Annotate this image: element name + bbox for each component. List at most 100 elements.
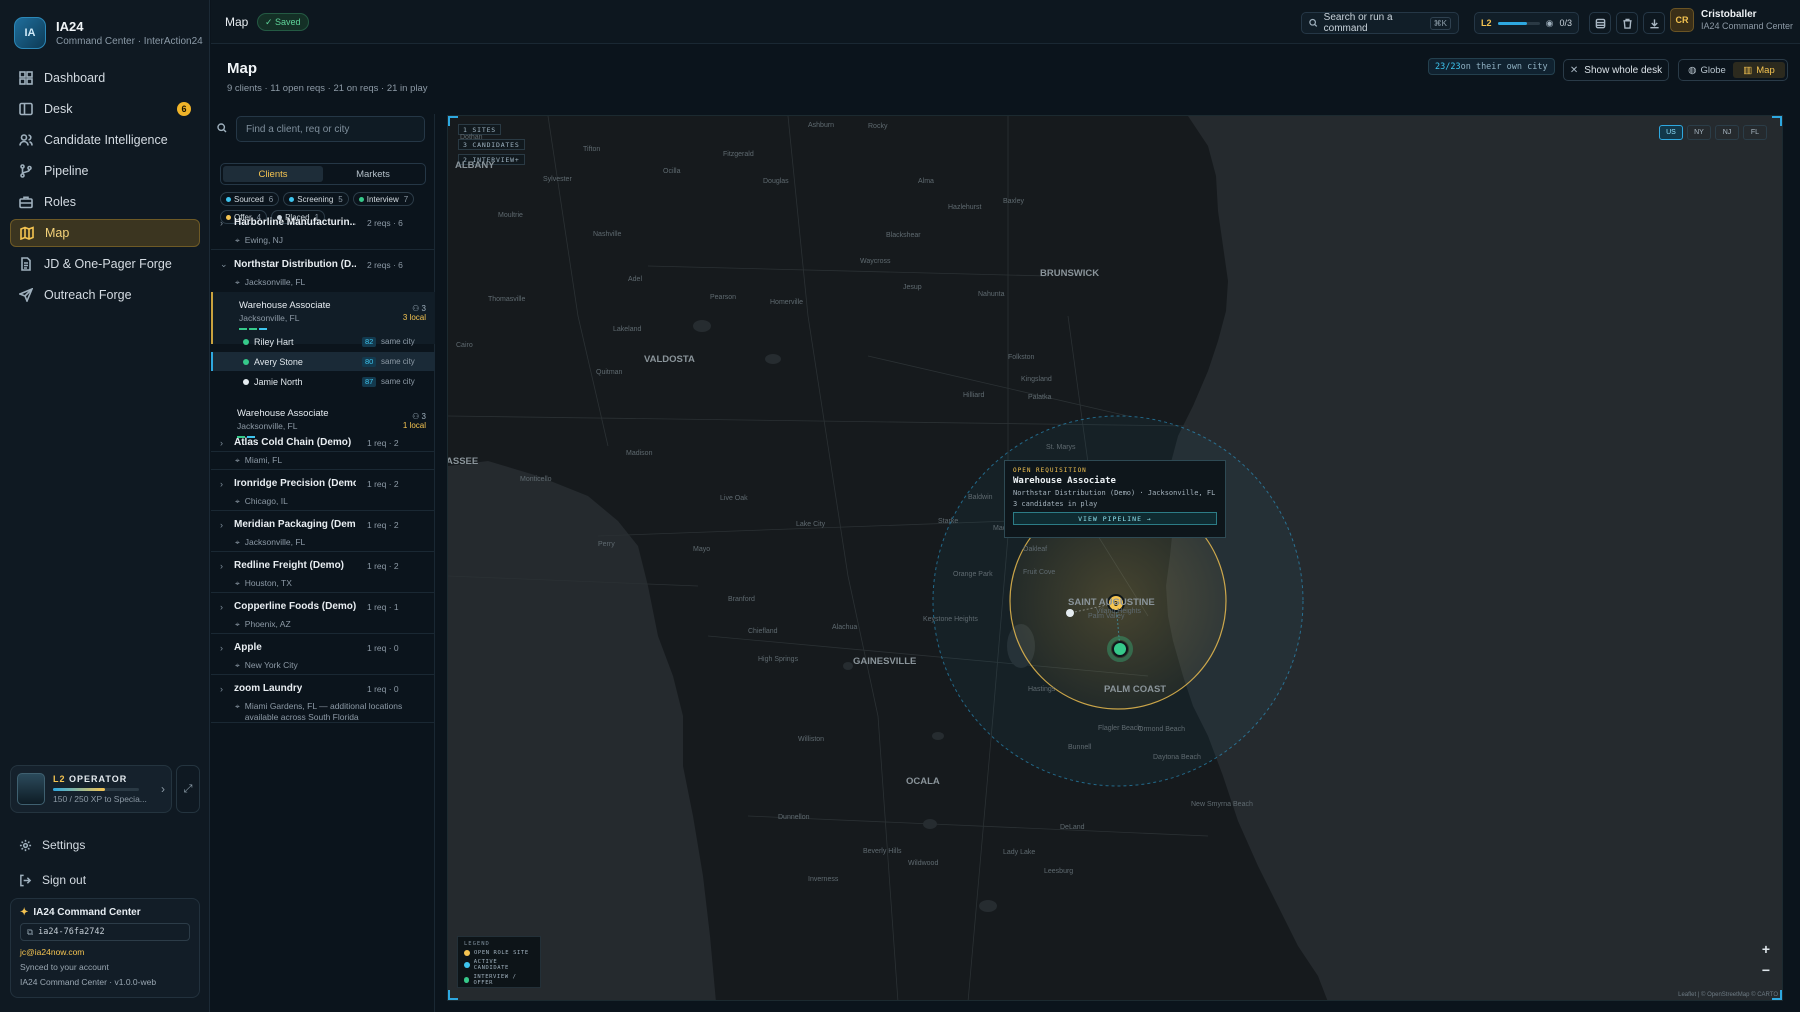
candidate-marker[interactable] xyxy=(1066,609,1074,617)
client-row[interactable]: › Copperline Foods (Demo) 1 req · 1 ⌖ Phoeni… xyxy=(211,593,435,634)
topbar-title: Map xyxy=(225,15,249,29)
sidebar-item-jd-forge[interactable]: JD & One-Pager Forge xyxy=(10,250,200,278)
city-label: Bunnell xyxy=(1068,744,1092,751)
req-candidate-count: ⚇ 33 local xyxy=(403,304,426,322)
client-row[interactable]: › zoom Laundry 1 req · 0 ⌖ Miami Gardens, FL… xyxy=(211,675,435,723)
cc-title: ✦ IA24 Command Center xyxy=(20,907,190,918)
download-button[interactable] xyxy=(1643,12,1665,34)
filter-chip-screening[interactable]: Screening 5 xyxy=(283,192,349,206)
sidebar-item-label: Dashboard xyxy=(44,71,106,85)
city-label: St. Marys xyxy=(1046,444,1076,451)
client-name: Northstar Distribution (D... xyxy=(234,259,356,270)
candidate-row[interactable]: Jamie North 87 same city xyxy=(211,372,435,391)
command-search[interactable]: Search or run a command ⌘K xyxy=(1301,12,1459,34)
city-label: PALM COAST xyxy=(1104,684,1167,695)
view-pipeline-button[interactable]: VIEW PIPELINE → xyxy=(1013,512,1217,525)
database-button[interactable] xyxy=(1589,12,1611,34)
operator-title: L2 OPERATOR xyxy=(53,774,147,784)
sidebar-item-desk[interactable]: Desk 6 xyxy=(10,95,200,123)
expand-button[interactable]: ⤢ xyxy=(176,765,200,813)
user-org: IA24 Command Center xyxy=(1701,21,1794,31)
cc-email[interactable]: jc@ia24now.com xyxy=(20,947,190,957)
settings-link[interactable]: Settings xyxy=(19,838,85,852)
client-name: Harborline Manufacturin... xyxy=(234,217,356,228)
signout-link[interactable]: Sign out xyxy=(19,873,86,887)
req-stage-dashes xyxy=(239,328,267,330)
tab-markets[interactable]: Markets xyxy=(323,166,423,182)
user-name: Cristoballer xyxy=(1701,9,1757,20)
sidebar-item-dashboard[interactable]: Dashboard xyxy=(10,64,200,92)
tab-clients[interactable]: Clients xyxy=(223,166,323,182)
candidate-city: same city xyxy=(381,377,415,386)
view-toggle: ◍ Globe ▥ Map xyxy=(1678,59,1788,81)
spark-icon: ✦ xyxy=(20,907,29,918)
city-label: Flagler Beach xyxy=(1098,725,1142,732)
client-location-text: Miami, FL xyxy=(244,455,283,465)
sidebar-item-map[interactable]: Map xyxy=(10,219,200,247)
client-search-input[interactable]: Find a client, req or city xyxy=(236,116,425,142)
client-name: Ironridge Precision (Demo) xyxy=(234,478,356,489)
sidebar-item-pipeline[interactable]: Pipeline xyxy=(10,157,200,185)
zoom-out-button[interactable]: − xyxy=(1756,961,1776,979)
city-label: Beverly Hills xyxy=(863,848,902,855)
brand[interactable]: IA IA24 Command Center · InterAction24 xyxy=(14,17,203,49)
operator-card[interactable]: L2 OPERATOR 150 / 250 XP to Specia... › xyxy=(10,765,172,813)
show-whole-desk-button[interactable]: ✕ Show whole desk xyxy=(1563,59,1669,81)
legend-label: OPEN ROLE SITE xyxy=(474,950,529,956)
client-meta: 1 req · 2 xyxy=(367,520,399,530)
state-nj-button[interactable]: NJ xyxy=(1715,125,1739,140)
client-location: ⌖ Miami Gardens, FL — additional location… xyxy=(235,701,415,723)
client-meta: 2 reqs · 6 xyxy=(367,218,403,228)
zoom-in-button[interactable]: + xyxy=(1756,940,1776,958)
pin-icon: ⌖ xyxy=(235,277,240,287)
city-label: Leesburg xyxy=(1044,868,1074,875)
map-canvas[interactable]: 3 1 SITES 3 CANDIDATES 2 INTERVIEW+ US N… xyxy=(447,115,1783,1001)
level-progress[interactable]: L2 ◉ 0/3 xyxy=(1474,12,1579,34)
legend-dot xyxy=(464,950,470,956)
filter-chip-interview[interactable]: Interview 7 xyxy=(352,192,415,206)
view-globe-button[interactable]: ◍ Globe xyxy=(1681,62,1733,78)
operator-avatar xyxy=(17,773,45,805)
sidebar-item-candidate-intelligence[interactable]: Candidate Intelligence xyxy=(10,126,200,154)
city-label: Alachua xyxy=(832,624,858,631)
filter-chip-sourced[interactable]: Sourced 6 xyxy=(220,192,280,206)
people-icon: ⚇ xyxy=(412,304,420,313)
cc-title-text: IA24 Command Center xyxy=(33,907,141,918)
interview-marker[interactable] xyxy=(1112,641,1128,657)
candidate-name: Avery Stone xyxy=(254,356,303,367)
state-us-button[interactable]: US xyxy=(1659,125,1683,140)
sidebar-item-outreach-forge[interactable]: Outreach Forge xyxy=(10,281,200,309)
delete-button[interactable] xyxy=(1616,12,1638,34)
candidate-row[interactable]: Riley Hart 82 same city xyxy=(211,332,435,351)
city-label: Hazlehurst xyxy=(948,204,982,211)
client-row[interactable]: › Redline Freight (Demo) 1 req · 2 ⌖ Houston… xyxy=(211,552,435,593)
candidate-row-selected[interactable]: Avery Stone 80 same city xyxy=(211,352,435,371)
client-row[interactable]: › Meridian Packaging (Demo) 1 req · 2 ⌖ Jack… xyxy=(211,511,435,552)
city-label: Ormond Beach xyxy=(1138,726,1186,733)
client-row[interactable]: › Ironridge Precision (Demo) 1 req · 2 ⌖ Chi… xyxy=(211,470,435,511)
sidebar-item-roles[interactable]: Roles xyxy=(10,188,200,216)
operator-xp-bar xyxy=(53,788,139,791)
city-label: Adel xyxy=(628,276,643,283)
client-row[interactable]: › Harborline Manufacturin... 2 reqs · 6 ⌖… xyxy=(211,209,435,250)
city-label: Ocilla xyxy=(663,168,681,175)
user-menu[interactable]: CR Cristoballer IA24 Command Center xyxy=(1670,8,1793,32)
req-count: 3 xyxy=(421,304,426,313)
city-label: Sylvester xyxy=(543,176,572,183)
cc-code-field[interactable]: ⧉ ia24-76fa2742 xyxy=(20,923,190,941)
client-row[interactable]: › Atlas Cold Chain (Demo) 1 req · 2 ⌖ Miami,… xyxy=(211,429,435,470)
client-location: ⌖ Houston, TX xyxy=(235,578,415,589)
state-ny-button[interactable]: NY xyxy=(1687,125,1711,140)
city-label: Hastings xyxy=(1028,686,1056,693)
pin-icon: ⌖ xyxy=(235,235,240,245)
view-map-button[interactable]: ▥ Map xyxy=(1733,62,1785,78)
city-label: GAINESVILLE xyxy=(853,656,917,667)
filter-count: 6 xyxy=(268,194,274,204)
client-row-expanded[interactable]: ⌄ Northstar Distribution (D... 2 reqs · 6… xyxy=(211,251,435,292)
map-attribution[interactable]: Leaflet | © OpenStreetMap © CARTO xyxy=(1678,992,1778,998)
legend-dot xyxy=(464,977,470,983)
pin-icon: ⌖ xyxy=(235,578,240,588)
state-fl-button[interactable]: FL xyxy=(1743,125,1767,140)
client-row[interactable]: › Apple 1 req · 0 ⌖ New York City xyxy=(211,634,435,675)
level-count: 0/3 xyxy=(1559,18,1572,28)
